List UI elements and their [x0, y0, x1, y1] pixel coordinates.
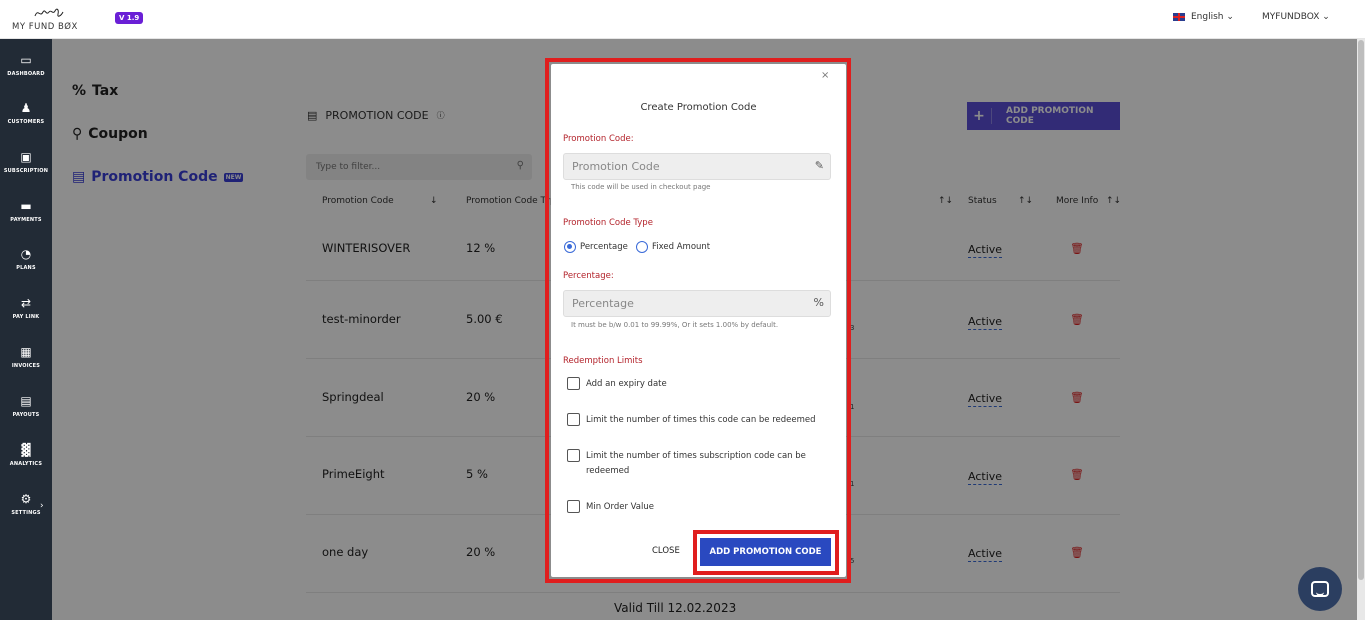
promotion-code-label: Promotion Code: — [563, 134, 634, 144]
language-label: English ⌄ — [1191, 12, 1234, 22]
version-badge: V 1.9 — [115, 12, 144, 24]
close-icon[interactable]: × — [821, 70, 829, 81]
limit-redemptions-checkbox[interactable] — [567, 413, 580, 426]
sidebar-item-label: SUBSCRIPTION — [3, 168, 49, 174]
sidebar-item-analytics[interactable]: ▓ ANALYTICS — [0, 443, 52, 467]
sidebar-item-customers[interactable]: ♟ CUSTOMERS — [0, 101, 52, 125]
sidebar-item-label: PAY LINK — [12, 314, 40, 320]
sidebar-item-payouts[interactable]: ▤ PAYOUTS — [0, 394, 52, 418]
sidebar-item-settings[interactable]: ⚙ SETTINGS — [0, 492, 52, 516]
radio-unchecked-icon — [636, 241, 648, 253]
chat-launcher-button[interactable] — [1298, 567, 1342, 611]
promotion-code-placeholder: Promotion Code — [572, 160, 660, 173]
ticket-icon: ✎ — [814, 159, 824, 172]
min-order-value-label: Min Order Value — [586, 502, 654, 512]
monitor-icon: ▭ — [20, 53, 32, 67]
redemption-limits-label: Redemption Limits — [563, 356, 643, 366]
exchange-icon: ⇄ — [20, 296, 32, 310]
sidebar-item-subscription[interactable]: ▣ SUBSCRIPTION — [0, 150, 52, 174]
radio-fixed-amount[interactable]: Fixed Amount — [636, 241, 710, 253]
limit-subscription-checkbox[interactable] — [567, 449, 580, 462]
percentage-hint: It must be b/w 0.01 to 99.99%, Or it set… — [571, 321, 779, 329]
radio-percentage[interactable]: Percentage — [564, 241, 628, 253]
promotion-code-hint: This code will be used in checkout page — [571, 183, 711, 191]
radio-percentage-label: Percentage — [580, 242, 628, 252]
sidebar-item-label: SETTINGS — [11, 510, 41, 516]
promotion-code-type-label: Promotion Code Type — [563, 218, 653, 228]
logo-signature-icon — [34, 8, 64, 17]
dialog-title: Create Promotion Code — [640, 102, 757, 113]
expiry-date-label: Add an expiry date — [586, 379, 667, 389]
users-icon: ♟ — [20, 101, 32, 115]
sidebar-item-dashboard[interactable]: ▭ DASHBOARD — [0, 53, 52, 77]
card-icon: ▬ — [20, 199, 32, 213]
sidebar-item-label: ANALYTICS — [9, 461, 43, 467]
percent-icon: % — [813, 296, 824, 309]
close-button[interactable]: CLOSE — [652, 546, 680, 556]
scrollbar-thumb[interactable] — [1358, 40, 1364, 580]
percentage-input[interactable]: Percentage % — [563, 290, 831, 317]
logo[interactable]: MY FUND BØX — [12, 6, 87, 34]
top-bar: MY FUND BØX V 1.9 English ⌄ MYFUNDBOX ⌄ — [0, 0, 1365, 39]
limit-subscription-label: Limit the number of times subscription c… — [586, 451, 806, 476]
sidebar-item-payments[interactable]: ▬ PAYMENTS — [0, 199, 52, 223]
sidebar-item-label: INVOICES — [11, 363, 41, 369]
subscription-icon: ▣ — [20, 150, 32, 164]
promotion-code-input[interactable]: Promotion Code ✎ — [563, 153, 831, 180]
limit-redemptions-label: Limit the number of times this code can … — [586, 415, 816, 425]
invoices-icon: ▦ — [20, 345, 32, 359]
plans-icon: ◔ — [20, 247, 32, 261]
gear-icon: ⚙ — [20, 492, 32, 506]
min-order-value-checkbox[interactable] — [567, 500, 580, 513]
sidebar-item-invoices[interactable]: ▦ INVOICES — [0, 345, 52, 369]
radio-fixed-amount-label: Fixed Amount — [652, 242, 711, 252]
sidebar-item-label: DASHBOARD — [7, 71, 45, 77]
language-selector[interactable]: English ⌄ — [1173, 12, 1234, 22]
percentage-placeholder: Percentage — [572, 297, 634, 310]
submit-highlight-frame — [693, 530, 839, 575]
sidebar-item-pay-link[interactable]: ⇄ PAY LINK — [0, 296, 52, 320]
sidebar-item-plans[interactable]: ◔ PLANS — [0, 247, 52, 271]
sidebar-item-label: PLANS — [16, 265, 36, 271]
sidebar-item-label: PAYMENTS — [10, 217, 42, 223]
expiry-date-checkbox[interactable] — [567, 377, 580, 390]
sidebar: ▭ DASHBOARD ♟ CUSTOMERS ▣ SUBSCRIPTION ▬… — [0, 39, 52, 620]
logo-text: MY FUND BØX — [12, 22, 78, 32]
sidebar-expand-icon[interactable]: › — [40, 501, 44, 511]
percentage-label: Percentage: — [563, 271, 614, 281]
uk-flag-icon — [1173, 13, 1185, 21]
radio-checked-icon — [564, 241, 576, 253]
account-menu[interactable]: MYFUNDBOX ⌄ — [1262, 12, 1330, 22]
create-promotion-code-dialog: × Create Promotion Code Promotion Code: … — [551, 64, 846, 577]
chart-icon: ▓ — [21, 443, 31, 457]
sidebar-item-label: CUSTOMERS — [7, 119, 45, 125]
chat-icon — [1311, 581, 1329, 597]
sidebar-item-label: PAYOUTS — [12, 412, 40, 418]
wallet-icon: ▤ — [20, 394, 32, 408]
